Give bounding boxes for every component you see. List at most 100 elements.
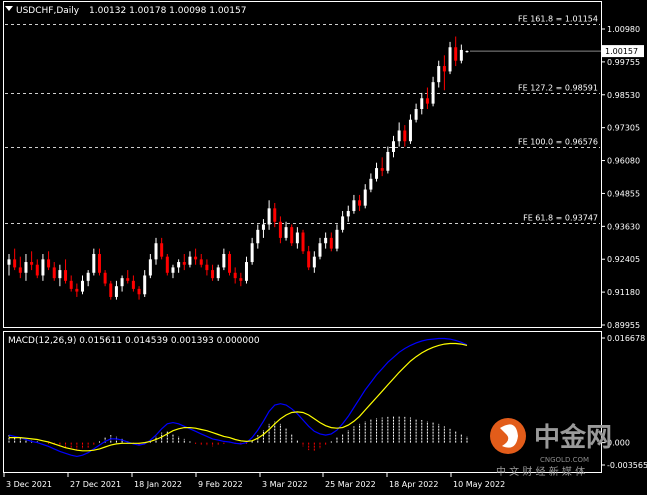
candle-body xyxy=(120,278,124,287)
candle-body xyxy=(425,98,429,104)
candle-body xyxy=(301,232,305,252)
date-axis: 3 Dec 2021 27 Dec 2021 18 Jan 2022 9 Feb 20… xyxy=(3,473,505,489)
watermark-site: CNGOLD.COM xyxy=(540,456,589,464)
candle-body xyxy=(13,259,17,268)
candle-body xyxy=(261,224,265,230)
price-tick-label: 0.96080 xyxy=(607,157,640,166)
price-tick-label: 0.89955 xyxy=(607,321,640,330)
candle-body xyxy=(380,168,384,171)
candle-body xyxy=(391,141,395,152)
candle-body xyxy=(52,267,56,279)
candle-body xyxy=(194,256,198,260)
date-tick-label: 10 May 2022 xyxy=(453,480,505,489)
watermark-tagline: 中 文 财 经 新 媒 体 xyxy=(496,465,585,478)
fib-levels: FE 161.8 = 1.01154 FE 127.2 = 0.98591 FE 1… xyxy=(5,15,600,224)
candle-body xyxy=(403,130,407,142)
candle-body xyxy=(137,288,141,295)
candle-body xyxy=(205,264,209,271)
candle-body xyxy=(278,221,282,238)
price-tick-label: 0.93630 xyxy=(607,222,640,231)
candle-body xyxy=(7,259,11,265)
macd-line xyxy=(8,337,468,458)
price-tick-label: 0.99755 xyxy=(607,58,640,67)
candle-body xyxy=(346,211,350,217)
current-price-label: 1.00157 xyxy=(605,47,638,56)
candle-body xyxy=(397,130,401,142)
chart-svg: FE 161.8 = 1.01154 FE 127.2 = 0.98591 FE 1… xyxy=(3,1,647,489)
date-tick-label: 3 Dec 2021 xyxy=(6,480,52,489)
candle-body xyxy=(97,253,101,273)
price-axis: 1.00980 0.99755 0.98530 0.97305 0.96080 0.948… xyxy=(470,25,644,330)
candle-body xyxy=(30,262,34,265)
cngold-logo: 中金网 CNGOLD.COM 中 文 财 经 新 媒 体 xyxy=(490,418,612,478)
candle-body xyxy=(307,251,311,268)
candle-body xyxy=(414,109,418,120)
macd-title: MACD(12,26,9) 0.015611 0.014539 0.001393… xyxy=(8,336,260,346)
candle-body xyxy=(431,82,435,104)
date-tick-label: 25 Mar 2022 xyxy=(325,480,376,489)
candle-body xyxy=(154,243,158,260)
candle-body xyxy=(131,280,135,289)
candle-body xyxy=(375,168,379,179)
candle-body xyxy=(171,267,175,273)
candle-body xyxy=(160,243,164,257)
candle-body xyxy=(420,98,424,110)
candle-body xyxy=(47,259,51,268)
candle-body xyxy=(177,262,181,268)
candle-body xyxy=(18,267,22,273)
fib-label: FE 100.0 = 0.96576 xyxy=(518,138,598,147)
dropdown-triangle-icon[interactable] xyxy=(5,6,13,11)
candle-body xyxy=(109,283,113,297)
price-tick-label: 1.00980 xyxy=(607,25,640,34)
candle-body xyxy=(465,51,469,53)
symbol-label[interactable]: USDCHF,Daily xyxy=(16,6,80,16)
candle-body xyxy=(103,272,107,284)
macd-tick-label: 0.016678 xyxy=(607,334,645,343)
candle-body xyxy=(312,256,316,268)
date-tick-label: 9 Feb 2022 xyxy=(198,480,243,489)
candle-body xyxy=(442,66,446,72)
signal-line xyxy=(9,342,468,452)
candle-body xyxy=(273,208,277,222)
date-tick-label: 18 Jan 2022 xyxy=(134,480,182,489)
fib-label: FE 161.8 = 1.01154 xyxy=(518,15,598,24)
candle-body xyxy=(24,262,28,273)
fib-label: FE 61.8 = 0.93747 xyxy=(523,214,598,223)
candle-body xyxy=(386,151,390,171)
candle-body xyxy=(188,256,192,265)
candle-body xyxy=(216,267,220,279)
macd-indicator xyxy=(8,337,468,458)
candle-body xyxy=(369,178,373,190)
price-tick-label: 0.97305 xyxy=(607,124,640,133)
candle-body xyxy=(290,227,294,244)
candle-body xyxy=(352,200,356,212)
candle-body xyxy=(58,270,62,279)
candle-body xyxy=(341,216,345,230)
candle-body xyxy=(114,286,118,297)
date-tick-label: 27 Dec 2021 xyxy=(70,480,121,489)
candle-body xyxy=(284,227,288,238)
date-tick-label: 3 Mar 2022 xyxy=(262,480,308,489)
candle-body xyxy=(363,189,367,206)
candle-body xyxy=(211,270,215,279)
candle-body xyxy=(318,243,322,257)
candle-body xyxy=(222,253,226,268)
candle-body xyxy=(35,264,39,276)
price-tick-label: 0.92405 xyxy=(607,255,640,264)
ohlc-label: 1.00132 1.00178 1.00098 1.00157 xyxy=(89,6,246,16)
price-tick-label: 0.98530 xyxy=(607,91,640,100)
fib-label: FE 127.2 = 0.98591 xyxy=(518,84,598,93)
watermark-brand: 中金网 xyxy=(534,422,612,453)
candle-body xyxy=(459,49,463,61)
candle-body xyxy=(92,253,96,273)
candle-body xyxy=(454,47,458,61)
price-panel-frame xyxy=(3,1,602,328)
price-tick-label: 0.94855 xyxy=(607,189,640,198)
candle-body xyxy=(329,237,333,249)
candle-body xyxy=(75,288,79,292)
price-tick-label: 0.91180 xyxy=(607,288,640,297)
candle-body xyxy=(448,47,452,72)
candle-body xyxy=(126,278,130,281)
candle-body xyxy=(250,243,254,263)
candle-body xyxy=(267,208,271,225)
